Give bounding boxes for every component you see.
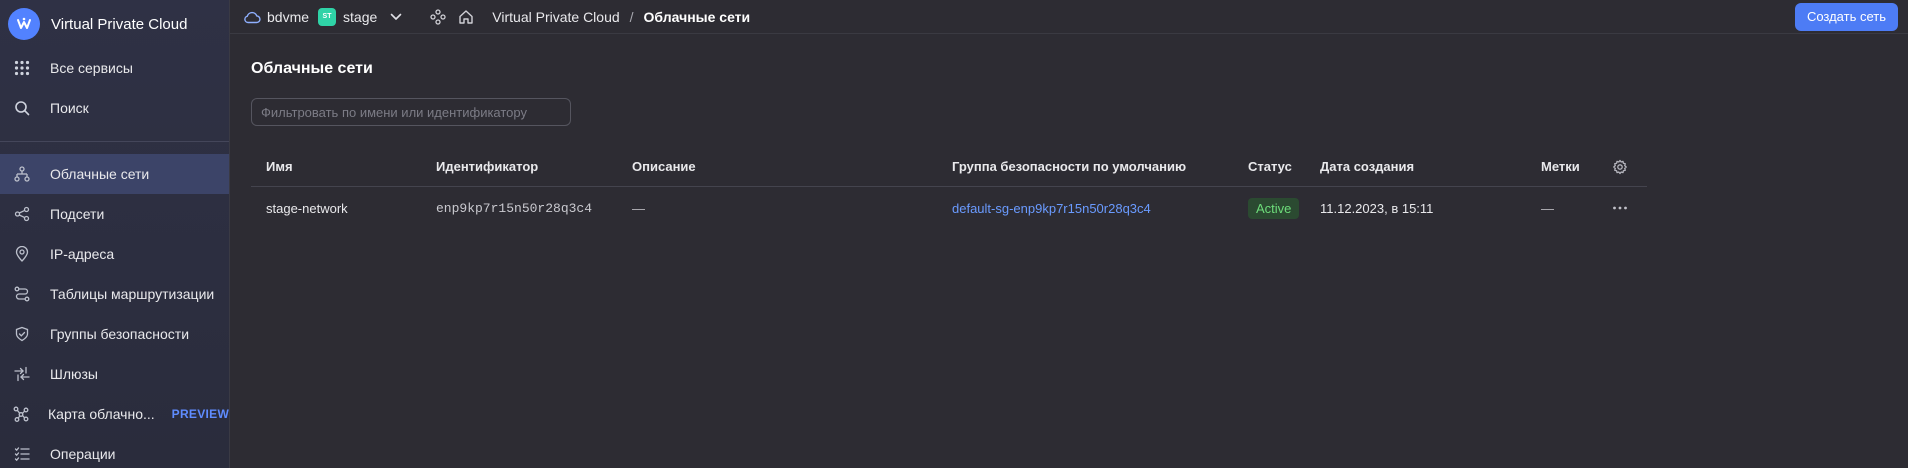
sidebar-item-route-tables[interactable]: Таблицы маршрутизации [0, 274, 229, 314]
folder-badge: ST [318, 7, 337, 26]
cell-actions [1597, 186, 1647, 230]
folder-name: stage [343, 8, 378, 25]
location-pin-icon [13, 245, 31, 263]
table-row[interactable]: stage-network enp9kp7r15n50r28q3c4 — def… [251, 186, 1647, 230]
cell-description: — [632, 200, 645, 216]
column-header-description[interactable]: Описание [617, 148, 937, 187]
breadcrumb-current: Облачные сети [643, 8, 751, 25]
map-graph-icon [13, 405, 29, 423]
status-badge: Active [1248, 197, 1300, 219]
search-icon [13, 99, 31, 117]
sidebar-item-security-groups[interactable]: Группы безопасности [0, 314, 229, 354]
app-root: Virtual Private Cloud Все сервисы Поиск [0, 0, 1908, 468]
sidebar-header: Virtual Private Cloud [0, 0, 229, 48]
list-check-icon [13, 445, 31, 463]
sidebar-item-label: IP-адреса [50, 246, 115, 262]
breadcrumb-root[interactable]: Virtual Private Cloud [492, 9, 619, 25]
cell-status: Active [1233, 186, 1305, 230]
vpc-logo-icon[interactable] [8, 8, 40, 40]
cell-labels: — [1541, 200, 1554, 216]
sidebar-item-all-services[interactable]: Все сервисы [0, 48, 229, 88]
sidebar-item-label: Операции [50, 446, 116, 462]
sidebar-item-operations[interactable]: Операции [0, 434, 229, 468]
grid-icon [13, 59, 31, 77]
gear-icon[interactable] [1612, 159, 1647, 175]
sidebar-title: Virtual Private Cloud [51, 15, 188, 33]
sidebar-item-label: Все сервисы [50, 60, 133, 76]
sidebar-item-label: Подсети [50, 206, 105, 222]
column-settings [1597, 148, 1647, 187]
security-group-link[interactable]: default-sg-enp9kp7r15n50r28q3c4 [952, 201, 1151, 216]
create-network-button[interactable]: Создать сеть [1794, 2, 1898, 31]
cell-security-group: default-sg-enp9kp7r15n50r28q3c4 [937, 186, 1233, 230]
sidebar-item-ip-addresses[interactable]: IP-адреса [0, 234, 229, 274]
more-actions-icon[interactable] [1612, 206, 1647, 210]
cell-name[interactable]: stage-network [251, 186, 421, 230]
cell-id: enp9kp7r15n50r28q3c4 [436, 200, 593, 216]
cloud-name: bdvme [267, 8, 310, 25]
sidebar-item-label: Группы безопасности [50, 326, 190, 342]
cell-created: 11.12.2023, в 15:11 [1320, 200, 1434, 216]
sidebar-item-cloud-networks[interactable]: Облачные сети [0, 154, 229, 194]
sidebar-item-label: Шлюзы [50, 366, 98, 382]
shield-icon [13, 325, 31, 343]
column-header-created[interactable]: Дата создания [1305, 148, 1526, 187]
column-header-labels[interactable]: Метки [1526, 148, 1597, 187]
breadcrumb-separator: / [629, 8, 634, 25]
chevron-down-icon[interactable] [390, 13, 402, 21]
main-area: bdvme ST stage Virtual Private Cloud / О… [230, 0, 1908, 468]
network-icon [13, 165, 31, 183]
filter-input[interactable] [251, 98, 571, 126]
top-bar: bdvme ST stage Virtual Private Cloud / О… [230, 0, 1908, 34]
sidebar-item-label: Облачные сети [50, 166, 150, 182]
routes-icon [13, 285, 31, 303]
sidebar-item-label: Карта облачно... [48, 406, 155, 422]
networks-table: Имя Идентификатор Описание Группа безопа… [251, 148, 1647, 230]
sidebar-divider [0, 141, 229, 142]
sidebar-item-search[interactable]: Поиск [0, 88, 229, 128]
sidebar-item-label: Таблицы маршрутизации [50, 286, 215, 302]
sidebar-item-gateways[interactable]: Шлюзы [0, 354, 229, 394]
subnets-icon [13, 205, 31, 223]
sidebar-item-label: Поиск [50, 100, 89, 116]
sidebar-item-subnets[interactable]: Подсети [0, 194, 229, 234]
breadcrumb: Virtual Private Cloud / Облачные сети [492, 9, 750, 25]
page-title: Облачные сети [251, 60, 373, 77]
home-icon[interactable] [458, 9, 474, 25]
cloud-icon [243, 10, 261, 24]
table-header-row: Имя Идентификатор Описание Группа безопа… [251, 148, 1647, 187]
column-header-id[interactable]: Идентификатор [421, 148, 617, 187]
column-header-security-group[interactable]: Группа безопасности по умолчанию [937, 148, 1233, 187]
sidebar: Virtual Private Cloud Все сервисы Поиск [0, 0, 230, 468]
column-header-name[interactable]: Имя [251, 148, 421, 187]
context-switcher[interactable]: bdvme ST stage [243, 7, 402, 26]
page-content: Облачные сети Имя Идентификатор Описание… [230, 34, 1908, 230]
service-nodes-icon[interactable] [430, 8, 446, 25]
preview-badge: PREVIEW [171, 407, 230, 421]
gateway-arrows-icon [13, 365, 31, 383]
column-header-status[interactable]: Статус [1233, 148, 1305, 187]
sidebar-item-cloud-map[interactable]: Карта облачно... PREVIEW [0, 394, 229, 434]
